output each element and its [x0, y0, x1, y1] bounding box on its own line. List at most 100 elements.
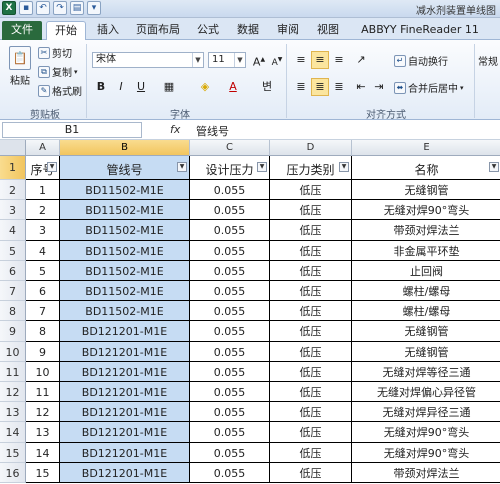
row-header-8[interactable]: 8	[0, 301, 26, 322]
align-middle-button[interactable]: ≡	[311, 51, 329, 69]
table-cell[interactable]: BD121201-M1E	[60, 382, 190, 403]
table-cell[interactable]: 带颈对焊法兰	[352, 220, 500, 241]
table-cell[interactable]: BD11502-M1E	[60, 301, 190, 322]
tab-abbyy[interactable]: ABBYY FineReader 11	[350, 21, 490, 40]
table-cell[interactable]: 12	[26, 402, 60, 423]
copy-button[interactable]: ⧉ 复制 ▾	[38, 64, 78, 79]
format-painter-button[interactable]: ✎ 格式刷	[38, 83, 82, 98]
shrink-font-button[interactable]: A▼	[268, 51, 286, 69]
table-cell[interactable]: 14	[26, 442, 60, 463]
column-header-e[interactable]: E	[352, 140, 500, 156]
table-cell[interactable]: 无缝对焊偏心异径管	[352, 382, 500, 403]
row-header-13[interactable]: 13	[0, 402, 26, 423]
column-header-a[interactable]: A	[26, 140, 60, 156]
table-cell[interactable]: BD121201-M1E	[60, 402, 190, 423]
row-header-4[interactable]: 4	[0, 220, 26, 241]
table-cell[interactable]: 13	[26, 422, 60, 443]
table-cell[interactable]: 0.055	[190, 462, 270, 483]
row-header-14[interactable]: 14	[0, 422, 26, 443]
save-icon[interactable]: ▪	[19, 1, 33, 15]
merge-center-button[interactable]: ⬌ 合并后居中 ▾	[394, 80, 464, 95]
table-cell[interactable]: 5	[26, 260, 60, 281]
row-header-10[interactable]: 10	[0, 341, 26, 362]
table-cell[interactable]: 0.055	[190, 240, 270, 261]
undo-icon[interactable]: ↶	[36, 1, 50, 15]
header-cell-c[interactable]: 设计压力 ▼	[190, 156, 270, 180]
table-cell[interactable]: BD11502-M1E	[60, 281, 190, 302]
header-cell-a[interactable]: 序号 ▼	[26, 156, 60, 180]
row-header-11[interactable]: 11	[0, 361, 26, 382]
filter-dropdown-icon[interactable]: ▼	[177, 162, 187, 172]
table-cell[interactable]: 低压	[270, 260, 352, 281]
formula-input[interactable]: 管线号	[196, 123, 229, 139]
table-cell[interactable]: 0.055	[190, 341, 270, 362]
paste-button[interactable]: 📋 粘贴	[6, 46, 34, 87]
table-cell[interactable]: 低压	[270, 220, 352, 241]
table-cell[interactable]: 低压	[270, 281, 352, 302]
table-cell[interactable]: 低压	[270, 301, 352, 322]
fill-color-button[interactable]: ◈	[196, 78, 214, 96]
table-cell[interactable]: 15	[26, 462, 60, 483]
table-cell[interactable]: 0.055	[190, 301, 270, 322]
table-cell[interactable]: BD121201-M1E	[60, 321, 190, 342]
align-right-button[interactable]: ≣	[330, 78, 348, 96]
table-cell[interactable]: 2	[26, 200, 60, 221]
bold-button[interactable]: B	[92, 78, 110, 96]
fx-icon[interactable]: fx	[170, 123, 180, 136]
table-cell[interactable]: 0.055	[190, 361, 270, 382]
tab-file[interactable]: 文件	[2, 21, 42, 40]
table-cell[interactable]: 8	[26, 321, 60, 342]
table-cell[interactable]: 无缝钢管	[352, 341, 500, 362]
column-header-d[interactable]: D	[270, 140, 352, 156]
filter-dropdown-icon[interactable]: ▼	[339, 162, 349, 172]
tab-formulas[interactable]: 公式	[190, 21, 226, 40]
table-cell[interactable]: 0.055	[190, 422, 270, 443]
borders-button[interactable]: ▦	[160, 78, 178, 96]
table-cell[interactable]: 10	[26, 361, 60, 382]
table-cell[interactable]: 0.055	[190, 321, 270, 342]
table-cell[interactable]: BD11502-M1E	[60, 200, 190, 221]
align-left-button[interactable]: ≣	[292, 78, 310, 96]
row-header-3[interactable]: 3	[0, 200, 26, 221]
table-cell[interactable]: 0.055	[190, 402, 270, 423]
table-cell[interactable]: 11	[26, 382, 60, 403]
table-cell[interactable]: 带颈对焊法兰	[352, 462, 500, 483]
orientation-button[interactable]: ↗	[352, 51, 370, 69]
row-header-5[interactable]: 5	[0, 240, 26, 261]
table-cell[interactable]: 3	[26, 220, 60, 241]
table-cell[interactable]: 低压	[270, 462, 352, 483]
table-cell[interactable]: 低压	[270, 382, 352, 403]
column-header-c[interactable]: C	[190, 140, 270, 156]
table-cell[interactable]: 低压	[270, 361, 352, 382]
chevron-down-icon[interactable]: ▼	[234, 53, 245, 67]
align-bottom-button[interactable]: ≡	[330, 51, 348, 69]
table-cell[interactable]: BD121201-M1E	[60, 442, 190, 463]
tab-insert[interactable]: 插入	[90, 21, 126, 40]
table-cell[interactable]: 无缝钢管	[352, 321, 500, 342]
table-cell[interactable]: 0.055	[190, 382, 270, 403]
number-format-combo[interactable]: 常规	[478, 53, 498, 68]
header-cell-d[interactable]: 压力类别 ▼	[270, 156, 352, 180]
underline-button[interactable]: U	[132, 78, 150, 96]
cut-button[interactable]: ✂ 剪切	[38, 45, 72, 60]
table-cell[interactable]: 低压	[270, 402, 352, 423]
name-box[interactable]: B1	[2, 122, 142, 138]
align-center-button[interactable]: ≣	[311, 78, 329, 96]
table-cell[interactable]: 0.055	[190, 281, 270, 302]
row-header-15[interactable]: 15	[0, 442, 26, 463]
chevron-down-icon[interactable]: ▼	[192, 53, 203, 67]
filter-dropdown-icon[interactable]: ▼	[489, 162, 499, 172]
grow-font-button[interactable]: A▲	[250, 51, 268, 69]
table-cell[interactable]: 7	[26, 301, 60, 322]
redo-icon[interactable]: ↷	[53, 1, 67, 15]
table-cell[interactable]: BD11502-M1E	[60, 260, 190, 281]
filter-dropdown-icon[interactable]: ▼	[47, 162, 57, 172]
wrap-text-button[interactable]: ↵ 自动换行	[394, 53, 448, 68]
table-cell[interactable]: 6	[26, 281, 60, 302]
table-cell[interactable]: BD121201-M1E	[60, 341, 190, 362]
font-size-combo[interactable]: 11 ▼	[208, 52, 246, 68]
table-cell[interactable]: 低压	[270, 422, 352, 443]
font-color-button[interactable]: A	[224, 78, 242, 96]
table-cell[interactable]: 无缝钢管	[352, 180, 500, 201]
excel-icon[interactable]: X	[2, 1, 16, 15]
